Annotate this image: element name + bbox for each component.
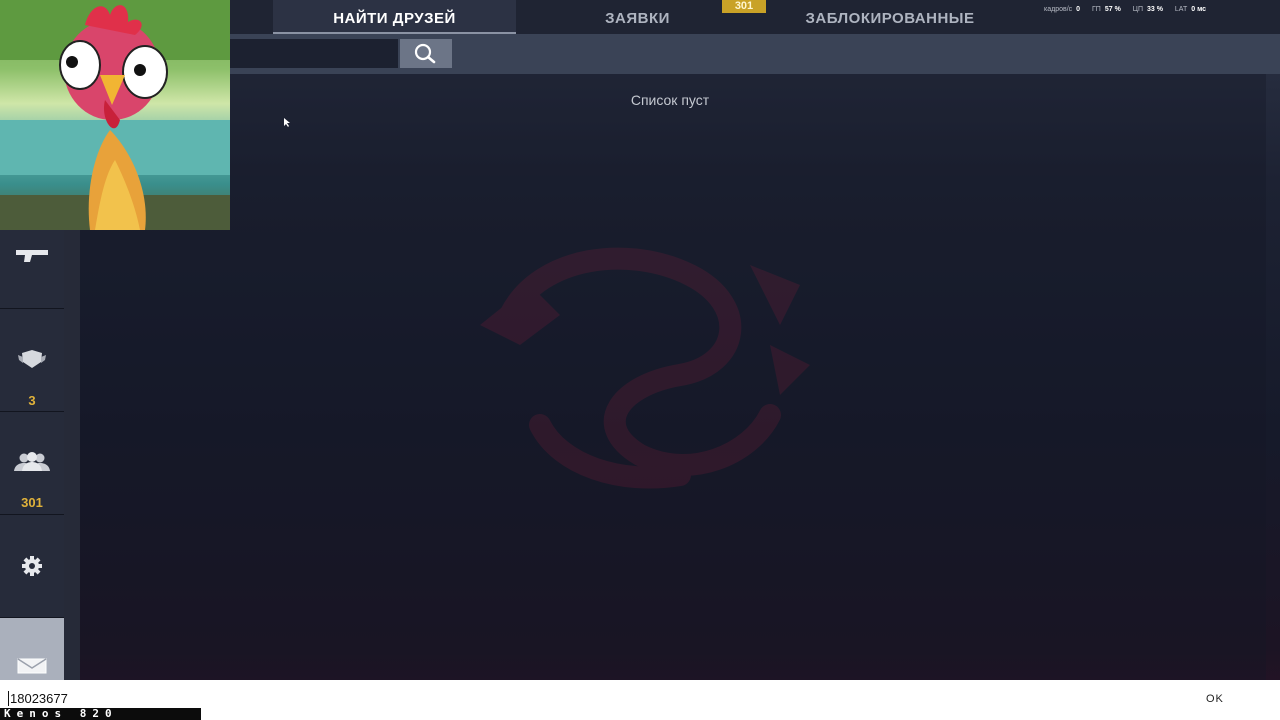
gpu-label: ГП: [1092, 6, 1101, 13]
lat-label: LAT: [1174, 6, 1188, 13]
rooster-cartoon-icon: [0, 0, 230, 230]
tab-find-friends[interactable]: НАЙТИ ДРУЗЕЙ: [273, 0, 516, 34]
streamer-nameplate: Kenos 820: [0, 708, 201, 720]
console-ok-button[interactable]: OK: [1206, 693, 1224, 705]
friends-screen: Список пуст НАЙТИ ДРУЗЕЙ ЗАЯВКИ 301 ЗАБЛ…: [0, 0, 1280, 720]
pistol-icon: [16, 250, 48, 262]
left-sidebar: 3 301: [0, 230, 64, 681]
console-input[interactable]: 18023677: [8, 691, 68, 706]
clan-shield-icon: [18, 350, 46, 368]
gear-icon: [22, 556, 42, 576]
mouse-cursor-icon: [284, 118, 290, 127]
performance-stats: кадров/с 0 ГП 57 % ЦП 33 % LAT 0 мс: [1044, 6, 1216, 13]
sidebar-item-friends[interactable]: 301: [0, 412, 64, 515]
sidebar-scrollbar[interactable]: [64, 230, 80, 680]
sidebar-item-messages[interactable]: [0, 618, 64, 681]
tab-blocked[interactable]: ЗАБЛОКИРОВАННЫЕ: [760, 0, 1020, 34]
sidebar-item-clan[interactable]: 3: [0, 309, 64, 412]
friends-count: 301: [21, 495, 43, 510]
webcam-overlay: [0, 0, 230, 230]
fps-value: 0: [1076, 6, 1081, 13]
lat-value: 0 мс: [1191, 6, 1207, 13]
cpu-label: ЦП: [1132, 6, 1143, 13]
sidebar-item-settings[interactable]: [0, 515, 64, 618]
search-bar: [230, 34, 1280, 74]
cpu-value: 33 %: [1146, 6, 1163, 13]
friends-icon: [14, 452, 50, 471]
clan-count: 3: [28, 393, 36, 408]
search-button[interactable]: [400, 39, 452, 68]
fps-label: кадров/с: [1044, 6, 1073, 13]
sidebar-item-weapons[interactable]: [0, 230, 64, 309]
dragon-watermark-icon: [480, 247, 810, 489]
search-icon: [414, 43, 436, 64]
search-input[interactable]: [230, 39, 398, 68]
tab-requests[interactable]: ЗАЯВКИ: [530, 0, 745, 34]
gpu-value: 57 %: [1104, 6, 1121, 13]
envelope-icon: [17, 658, 47, 674]
